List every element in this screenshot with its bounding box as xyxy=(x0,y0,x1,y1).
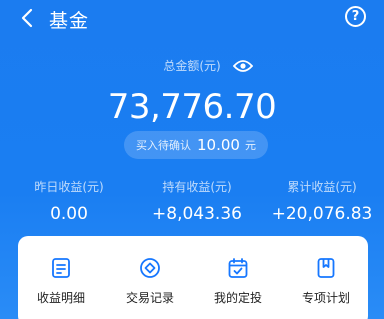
stat-holding: 持有收益(元) +8,043.36 xyxy=(142,178,252,224)
stat-value: +20,076.83 xyxy=(271,204,373,224)
diamond-circle-icon xyxy=(140,258,160,278)
action-label: 收益明细 xyxy=(36,291,85,305)
help-icon[interactable]: ? xyxy=(345,6,366,27)
pending-label: 买入待确认 xyxy=(136,139,192,152)
total-label-row: 总金额(元) xyxy=(0,57,384,74)
action-earnings-detail[interactable]: 收益明细 xyxy=(18,236,104,319)
action-my-auto-invest[interactable]: 我的定投 xyxy=(195,236,281,319)
stat-label: 持有收益(元) xyxy=(162,180,232,194)
stat-label: 累计收益(元) xyxy=(287,180,357,194)
quick-actions-card: 收益明细 交易记录 我的定投 专项计划 xyxy=(18,236,368,319)
total-amount: 73,776.70 xyxy=(107,87,277,127)
eye-icon[interactable] xyxy=(232,59,253,73)
stat-label: 昨日收益(元) xyxy=(34,180,104,194)
document-icon xyxy=(52,258,70,278)
pending-amount: 10.00 xyxy=(197,136,240,154)
total-amount-label: 总金额(元) xyxy=(163,59,221,73)
bookmark-icon xyxy=(317,258,335,278)
action-transaction-records[interactable]: 交易记录 xyxy=(107,236,193,319)
stat-yesterday: 昨日收益(元) 0.00 xyxy=(14,178,124,224)
action-label: 我的定投 xyxy=(213,291,262,305)
earnings-stats: 昨日收益(元) 0.00 持有收益(元) +8,043.36 累计收益(元) +… xyxy=(0,178,384,226)
action-label: 专项计划 xyxy=(301,291,350,305)
stat-value: +8,043.36 xyxy=(152,204,242,224)
stat-cumulative: 累计收益(元) +20,076.83 xyxy=(262,178,382,224)
page-title: 基金 xyxy=(49,10,90,32)
pending-unit: 元 xyxy=(244,139,256,152)
back-arrow-icon[interactable] xyxy=(19,7,37,29)
top-bar: 基金 ? xyxy=(0,0,384,36)
action-label: 交易记录 xyxy=(125,291,174,305)
calendar-check-icon xyxy=(228,258,248,278)
action-special-plan[interactable]: 专项计划 xyxy=(283,236,369,319)
pending-confirm-pill[interactable]: 买入待确认 10.00 元 xyxy=(124,131,268,159)
stat-value: 0.00 xyxy=(50,204,88,224)
